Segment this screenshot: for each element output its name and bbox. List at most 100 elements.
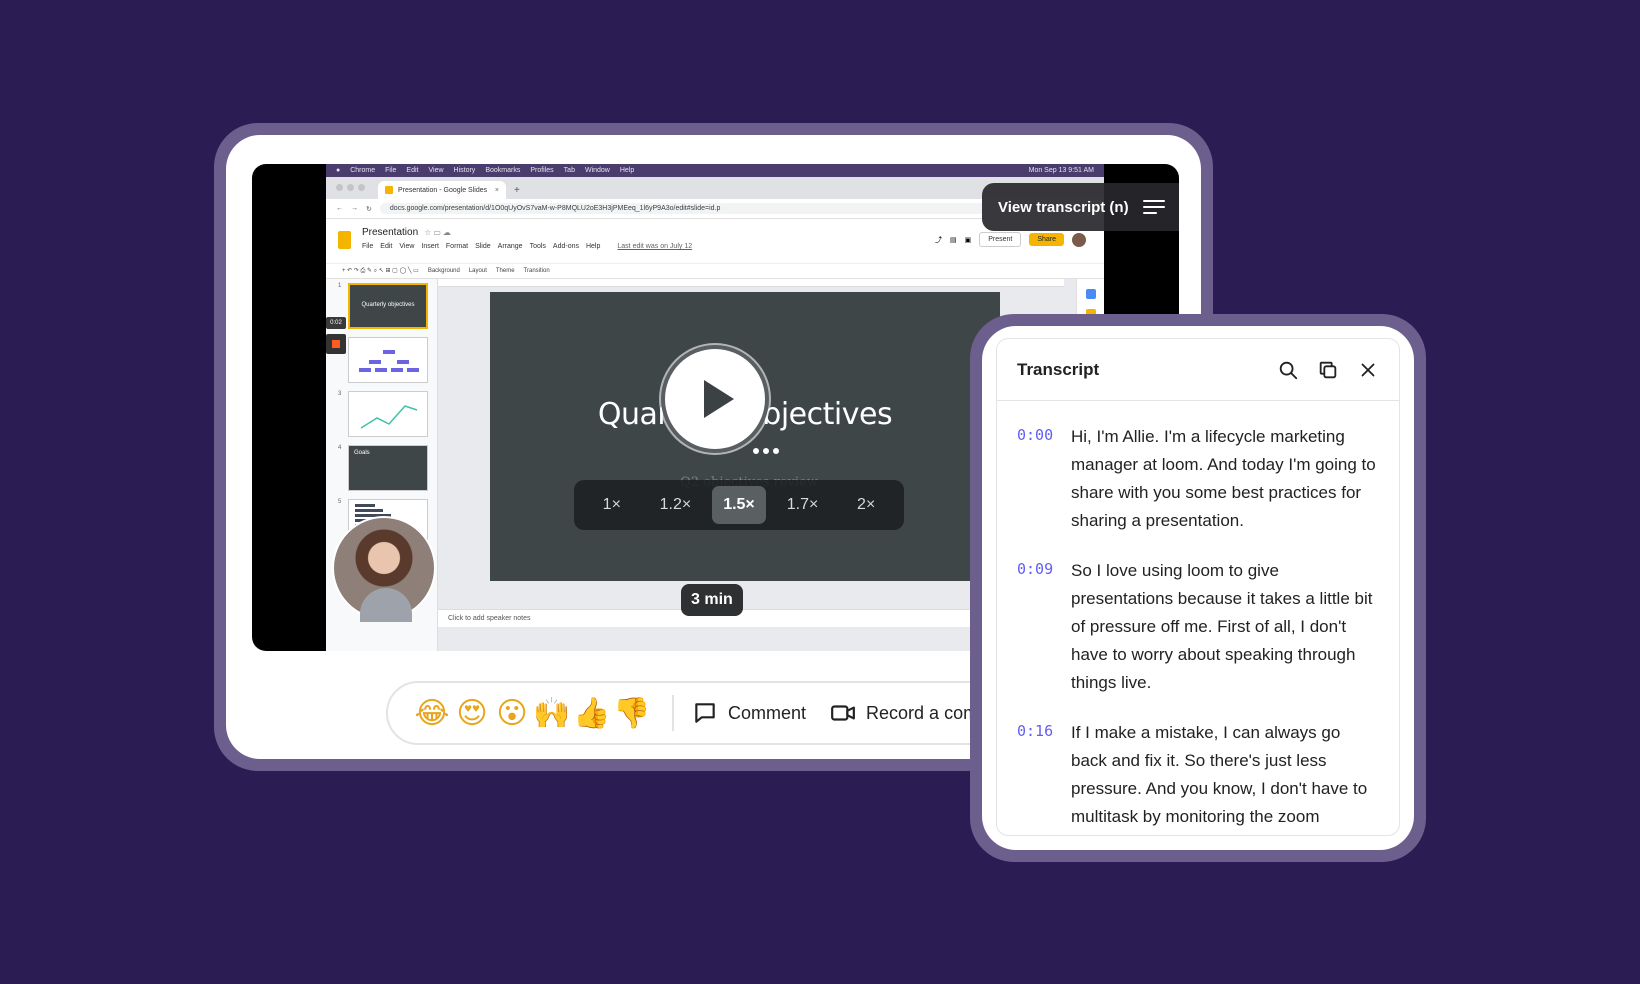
transcript-entry[interactable]: 0:09 So I love using loom to give presen… <box>997 557 1399 697</box>
comment-label: Comment <box>728 702 807 723</box>
thumb-number-4: 4 <box>338 445 342 451</box>
transcript-timestamp[interactable]: 0:00 <box>1017 423 1071 535</box>
speed-option-1-7x[interactable]: 1.7× <box>776 486 830 524</box>
thumb-number-1: 1 <box>338 283 342 289</box>
mac-menu-6: Profiles <box>530 167 554 174</box>
slide-thumb-2 <box>348 337 428 383</box>
doc-menu-0: File <box>362 243 374 250</box>
toolbar-theme: Theme <box>495 268 515 274</box>
doc-menu-1: Edit <box>380 243 393 250</box>
apple-icon: ● <box>336 167 341 174</box>
mac-menu-8: Window <box>584 167 610 174</box>
mac-menu-7: Tab <box>563 167 575 174</box>
slides-logo-icon <box>338 231 351 249</box>
calendar-icon <box>1085 289 1096 299</box>
line-chart-thumb <box>360 405 418 429</box>
account-avatar <box>1072 232 1086 247</box>
mac-menu-bar: ● Chrome File Edit View History Bookmark… <box>326 164 1104 177</box>
window-controls <box>336 184 365 191</box>
thumb-1-title: Quarterly objectives <box>361 302 415 308</box>
toolbar-tools-icon: + ↶ ↷ ⎙ ✎ ⌕ ↖ ⊞ ▢ ◯ ╲ ▭ <box>342 268 419 274</box>
toolbar-layout: Layout <box>468 268 487 274</box>
speed-option-1-2x[interactable]: 1.2× <box>648 486 702 524</box>
doc-menu-9: Help <box>585 243 601 250</box>
browser-tab-title: Presentation - Google Slides <box>398 186 488 194</box>
doc-actions: ⤴ ▤ ▣ Present Share <box>935 232 1086 247</box>
doc-menu-7: Tools <box>529 243 546 250</box>
transcript-title: Transcript <box>1017 359 1100 379</box>
search-icon[interactable] <box>1277 359 1299 381</box>
mac-clock: Mon Sep 13 9:51 AM <box>1028 167 1094 174</box>
doc-menu-2: View <box>399 243 415 250</box>
record-comment-button[interactable]: Record a comm <box>830 700 993 726</box>
doc-title: Presentation <box>362 227 419 238</box>
close-tab-icon: × <box>494 186 499 194</box>
org-chart-thumb <box>359 350 419 372</box>
thumb-number-5: 5 <box>338 499 342 505</box>
slide-thumb-3 <box>348 391 428 437</box>
play-button[interactable] <box>661 345 769 453</box>
mac-menu-2: Edit <box>406 167 419 174</box>
doc-menu: File Edit View Insert Format Slide Arran… <box>362 243 692 250</box>
slides-favicon-icon <box>385 186 393 194</box>
present-button: Present <box>979 232 1022 247</box>
slide-thumb-1: Quarterly objectives <box>348 283 428 329</box>
doc-menu-5: Slide <box>475 243 491 250</box>
view-transcript-button[interactable]: View transcript (n) <box>982 183 1179 231</box>
emoji-thumbs-down[interactable]: 👎 <box>612 696 652 731</box>
recording-timer: 0:02 <box>326 317 346 329</box>
emoji-surprised[interactable]: 😮 <box>492 696 532 731</box>
duration-badge: 3 min <box>681 584 743 616</box>
speed-option-1-5x[interactable]: 1.5× <box>711 486 766 524</box>
video-camera-icon <box>831 705 855 721</box>
transcript-panel: Transcript 0:00 Hi, I'm Allie. I'm a lif… <box>996 338 1400 836</box>
forward-icon: → <box>351 205 358 212</box>
close-icon[interactable] <box>1357 359 1379 381</box>
mac-menu-9: Help <box>619 167 635 174</box>
transcript-timestamp[interactable]: 0:16 <box>1017 719 1071 831</box>
toolbar-background: Background <box>427 268 460 274</box>
copy-icon[interactable] <box>1317 359 1339 381</box>
comments-icon: ▤ <box>949 236 957 244</box>
emoji-raised-hands[interactable]: 🙌 <box>532 696 572 731</box>
reload-icon: ↻ <box>366 205 372 213</box>
playback-speed-menu: 1× 1.2× 1.5× 1.7× 2× <box>574 480 904 530</box>
more-options-icon[interactable] <box>753 448 779 454</box>
transcript-text: If I make a mistake, I can always go bac… <box>1071 723 1368 826</box>
transcript-card: Transcript 0:00 Hi, I'm Allie. I'm a lif… <box>982 326 1414 850</box>
transcript-text: So I love using loom to give presentatio… <box>1071 561 1373 692</box>
play-icon <box>704 380 734 418</box>
thumb-4-title: Goals <box>354 450 370 456</box>
transcript-actions <box>1277 359 1379 381</box>
view-transcript-label: View transcript (n) <box>998 198 1129 216</box>
star-folder-cloud-icons: ☆▭☁ <box>424 228 453 237</box>
transcript-entry[interactable]: 0:00 Hi, I'm Allie. I'm a lifecycle mark… <box>997 423 1399 535</box>
doc-menu-3: Insert <box>421 243 439 250</box>
transcript-timestamp[interactable]: 0:09 <box>1017 557 1071 697</box>
comment-icon <box>695 703 715 723</box>
new-tab-icon: + <box>514 185 520 196</box>
transcript-entry[interactable]: 0:16 If I make a mistake, I can always g… <box>997 719 1399 831</box>
browser-tab: Presentation - Google Slides × <box>378 181 506 199</box>
share-button: Share <box>1029 233 1064 246</box>
meet-icon: ▣ <box>964 236 972 244</box>
slide-thumb-4: Goals <box>348 445 428 491</box>
transcript-header: Transcript <box>997 339 1399 401</box>
mac-menu-3: View <box>428 167 444 174</box>
back-icon: ← <box>336 205 343 212</box>
speed-option-1x[interactable]: 1× <box>585 486 639 524</box>
toolbar-transition: Transition <box>523 268 550 274</box>
transcript-lines-icon <box>1142 200 1165 214</box>
stop-recording-icon <box>326 334 346 354</box>
slides-toolbar: + ↶ ↷ ⎙ ✎ ⌕ ↖ ⊞ ▢ ◯ ╲ ▭ Background Layou… <box>326 263 1104 279</box>
doc-menu-8: Add-ons <box>552 243 579 250</box>
last-edit-link: Last edit was on July 12 <box>617 243 693 250</box>
transcript-frame: Transcript 0:00 Hi, I'm Allie. I'm a lif… <box>970 314 1426 862</box>
doc-title-row: Presentation ☆▭☁ <box>362 227 453 238</box>
speed-option-2x[interactable]: 2× <box>839 486 893 524</box>
emoji-thumbs-up[interactable]: 👍 <box>572 696 612 731</box>
trend-icon: ⤴ <box>934 236 942 244</box>
emoji-heart-eyes[interactable]: 😍 <box>452 696 492 731</box>
comment-button[interactable]: Comment <box>692 700 806 726</box>
emoji-joy[interactable]: 😂 <box>412 696 452 731</box>
